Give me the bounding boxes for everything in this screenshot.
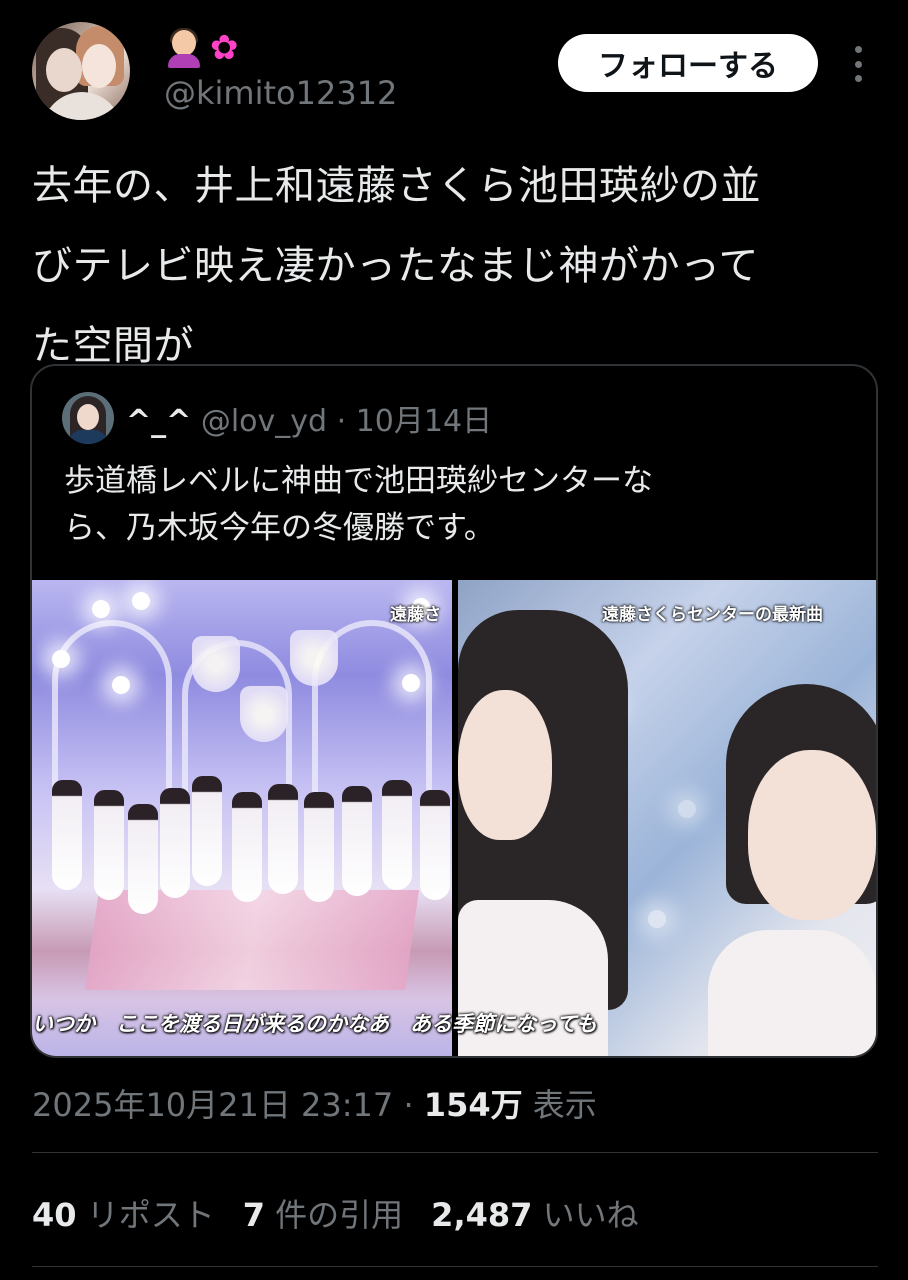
- divider: [32, 1266, 878, 1267]
- likes-label: いいね: [542, 1196, 639, 1234]
- stage-performance-image[interactable]: 遠藤さ: [32, 580, 452, 1056]
- tweet-text-line: びテレビ映え凄かったなまじ神がかって: [32, 243, 759, 289]
- quoted-author-avatar[interactable]: [62, 392, 114, 444]
- flower-emoji-icon: ✿: [210, 28, 239, 68]
- facepalm-emoji-icon: [166, 28, 202, 68]
- more-options-icon[interactable]: [846, 44, 870, 84]
- quotes-label: 件の引用: [275, 1196, 404, 1234]
- quoted-author-handle[interactable]: @lov_yd: [201, 404, 327, 439]
- likes-count: 2,487: [431, 1196, 533, 1234]
- meta-separator: ·: [403, 1086, 414, 1124]
- likes-stat[interactable]: 2,487 いいね: [431, 1190, 638, 1236]
- divider: [32, 1152, 878, 1153]
- quoted-tweet-card[interactable]: ^_^ @lov_yd · 10月14日 歩道橋レベルに神曲で池田瑛紗センターな…: [30, 364, 878, 1058]
- quoted-tweet-meta: ^_^ @lov_yd · 10月14日: [126, 396, 492, 440]
- reposts-label: リポスト: [86, 1196, 215, 1234]
- subtitle-caption: いつか ここを渡る日が来るのかなあ ある季節になっても: [32, 1012, 597, 1036]
- quoted-text-line: 歩道橋レベルに神曲で池田瑛紗センターな: [64, 463, 653, 499]
- follow-button[interactable]: フォローする: [558, 34, 818, 92]
- views-label: 表示: [532, 1086, 597, 1124]
- quotes-stat[interactable]: 7 件の引用: [243, 1190, 403, 1236]
- quoted-media-grid[interactable]: 遠藤さ 遠藤さくらセンターの最新曲 いつか ここを渡る日が来るのかなあ ある季節…: [32, 580, 876, 1056]
- tweet-text: 去年の、井上和遠藤さくら池田瑛紗の並 びテレビ映え凄かったなまじ神がかって た空…: [32, 146, 882, 386]
- right-image-caption: 遠藤さくらセンターの最新曲: [602, 605, 823, 625]
- quoted-author-name[interactable]: ^_^: [126, 404, 191, 439]
- views-count: 154万: [423, 1086, 523, 1124]
- tweet-header: ✿ @kimito12312 フォローする: [0, 0, 908, 130]
- quotes-count: 7: [242, 1196, 265, 1234]
- quoted-tweet-text: 歩道橋レベルに神曲で池田瑛紗センターな ら、乃木坂今年の冬優勝です。: [64, 458, 854, 552]
- meta-separator: ·: [336, 404, 347, 439]
- reposts-count: 40: [32, 1196, 77, 1234]
- author-handle[interactable]: @kimito12312: [164, 74, 397, 112]
- reposts-stat[interactable]: 40 リポスト: [32, 1190, 215, 1236]
- timestamp-text[interactable]: 2025年10月21日 23:17: [32, 1086, 393, 1124]
- engagement-stats: 40 リポスト 7 件の引用 2,487 いいね: [32, 1190, 639, 1236]
- left-image-caption: 遠藤さ: [390, 605, 441, 625]
- closeup-image[interactable]: 遠藤さくらセンターの最新曲: [458, 580, 876, 1056]
- quoted-tweet-date[interactable]: 10月14日: [356, 404, 492, 439]
- tweet-timestamp: 2025年10月21日 23:17 · 154万 表示: [32, 1080, 597, 1126]
- author-display-name[interactable]: ✿: [166, 26, 239, 70]
- author-avatar[interactable]: [32, 22, 130, 120]
- tweet-text-line: 去年の、井上和遠藤さくら池田瑛紗の並: [32, 163, 761, 209]
- quoted-text-line: ら、乃木坂今年の冬優勝です。: [64, 510, 495, 546]
